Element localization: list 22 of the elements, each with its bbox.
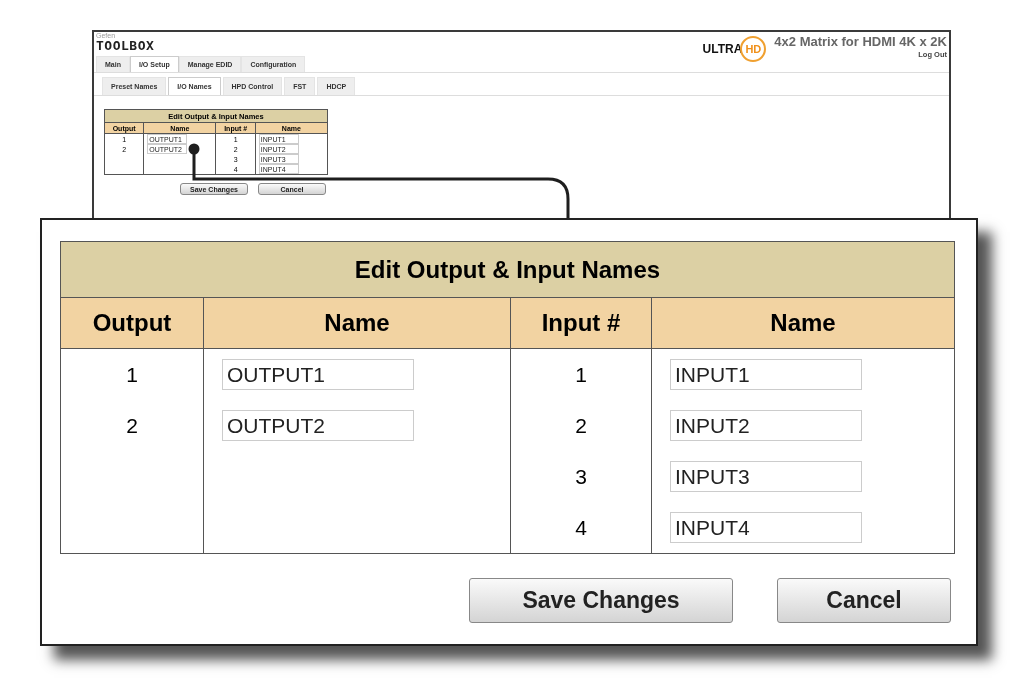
input-field[interactable]: INPUT4: [670, 512, 862, 543]
input-field[interactable]: INPUT2: [670, 410, 862, 441]
row-number: 4: [575, 515, 587, 539]
input-field[interactable]: OUTPUT1: [222, 359, 414, 390]
column-header: Input #: [510, 297, 652, 349]
action-button[interactable]: Cancel: [777, 578, 951, 623]
input-field[interactable]: INPUT1: [670, 359, 862, 390]
row-number: 2: [575, 413, 587, 437]
action-button[interactable]: Save Changes: [469, 578, 733, 623]
product-title: 4x2 Matrix for HDMI 4K x 2K: [774, 34, 947, 49]
ultra-hd-logo: ULTRA HD: [702, 36, 767, 62]
row-number: 2: [126, 413, 138, 437]
row-number: 3: [575, 464, 587, 488]
brand-logo: TOOLBOX: [96, 39, 155, 52]
table-title: Edit Output & Input Names: [60, 241, 955, 298]
column-header: Name: [203, 297, 511, 349]
row-number: 1: [575, 362, 587, 386]
input-field[interactable]: INPUT3: [670, 461, 862, 492]
column-header: Name: [651, 297, 955, 349]
input-field[interactable]: OUTPUT2: [222, 410, 414, 441]
row-number: 1: [126, 362, 138, 386]
column-header: Output: [60, 297, 204, 349]
